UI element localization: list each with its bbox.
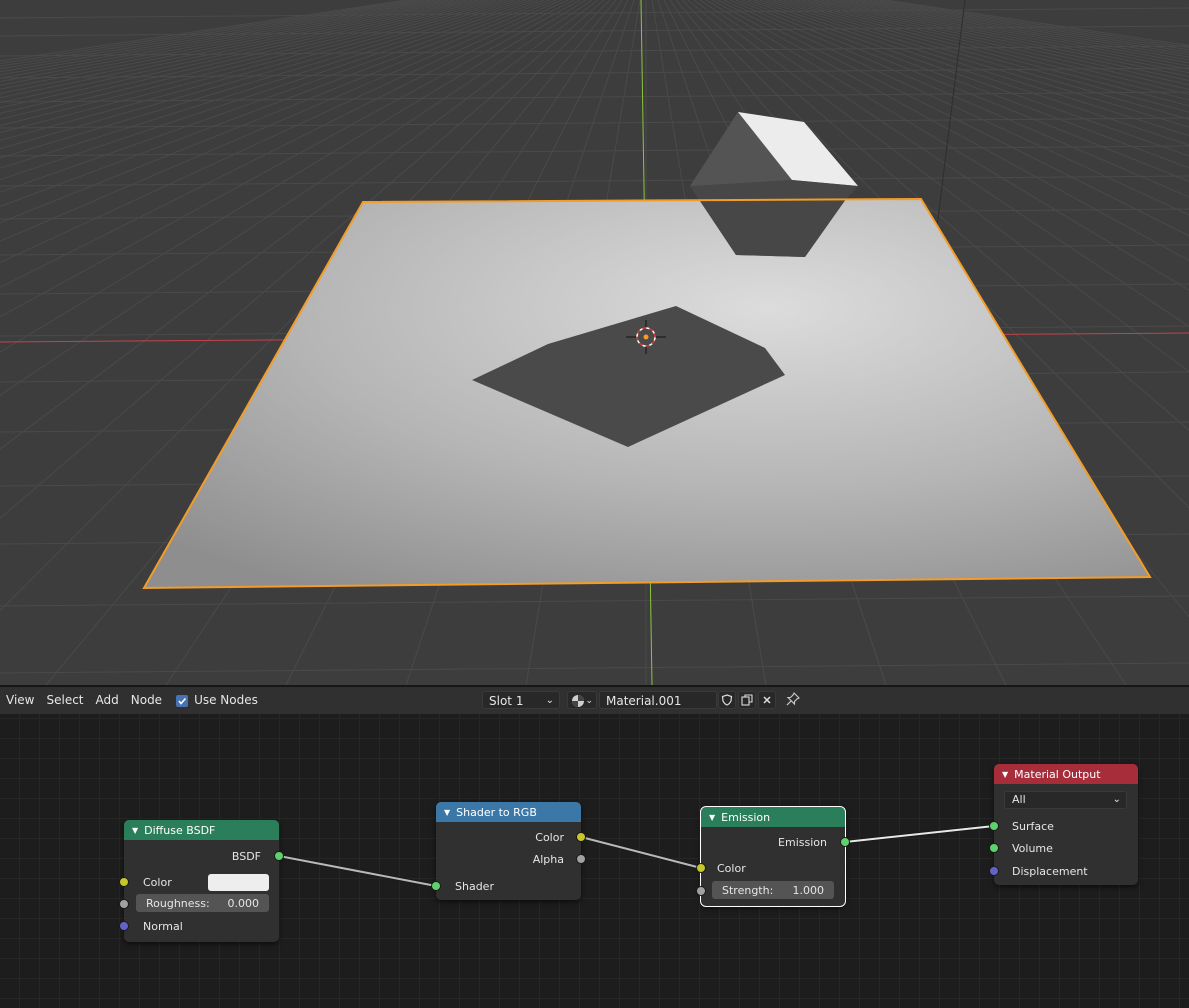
slot-dropdown[interactable]: Slot 1 ⌄ [482, 691, 560, 709]
node-diffuse-bsdf[interactable]: ▼ Diffuse BSDF BSDF Color Roughness: 0.0… [119, 820, 284, 942]
output-row: BSDF [124, 846, 279, 866]
color-output-socket[interactable] [576, 832, 586, 842]
node-editor-header: View Select Add Node Use Nodes Slot 1 ⌄ … [0, 687, 1189, 714]
target-dropdown[interactable]: All ⌄ [1004, 791, 1127, 809]
3d-viewport[interactable] [0, 0, 1189, 685]
alpha-output-socket[interactable] [576, 854, 586, 864]
input-label: Displacement [1012, 864, 1088, 878]
output-row: Emission [701, 832, 845, 852]
material-name-field[interactable]: Material.001 [599, 691, 717, 709]
unlink-material-button[interactable] [758, 691, 776, 709]
checkmark-icon [178, 697, 187, 705]
copy-icon [741, 694, 753, 706]
color-row: Color [701, 858, 845, 878]
pin-icon [786, 692, 800, 706]
displacement-row: Displacement [994, 861, 1138, 881]
node-title: Material Output [1014, 767, 1101, 781]
material-browse-button[interactable]: ⌄ [567, 691, 597, 709]
field-label: Strength: [722, 883, 774, 897]
input-label: Normal [143, 919, 183, 933]
color-input-socket[interactable] [696, 863, 706, 873]
target-value: All [1012, 793, 1026, 806]
volume-row: Volume [994, 838, 1138, 858]
node-title: Emission [721, 810, 771, 824]
node-title: Shader to RGB [456, 805, 537, 819]
field-label: Roughness: [146, 896, 210, 910]
menu-view[interactable]: View [0, 687, 40, 714]
link-emission-surface [844, 825, 995, 843]
link-bsdf-shader [278, 855, 437, 887]
input-label: Surface [1012, 819, 1054, 833]
node-header[interactable]: ▼ Emission [701, 807, 845, 827]
node-header[interactable]: ▼ Shader to RGB [436, 802, 581, 822]
fake-user-button[interactable] [718, 691, 736, 709]
volume-input-socket[interactable] [989, 843, 999, 853]
output-row: Alpha [436, 849, 581, 869]
use-nodes-label: Use Nodes [194, 693, 258, 707]
node-editor-canvas[interactable]: ▼ Diffuse BSDF BSDF Color Roughness: 0.0… [0, 714, 1189, 1008]
collapse-arrow-icon[interactable]: ▼ [1002, 770, 1008, 779]
duplicate-material-button[interactable] [738, 691, 756, 709]
chevron-down-icon: ⌄ [1112, 794, 1121, 805]
color-swatch[interactable] [208, 874, 269, 891]
use-nodes-checkbox[interactable] [176, 694, 189, 707]
input-label: Color [143, 875, 172, 889]
field-value: 0.000 [227, 896, 260, 910]
output-label: Alpha [532, 852, 564, 866]
node-header[interactable]: ▼ Material Output [994, 764, 1138, 784]
roughness-input-socket[interactable] [119, 899, 129, 909]
pin-button[interactable] [786, 692, 802, 708]
link-color-color [580, 836, 702, 869]
shield-icon [721, 694, 733, 706]
node-emission[interactable]: ▼ Emission Emission Color Strength: 1.00… [696, 806, 850, 907]
node-header[interactable]: ▼ Diffuse BSDF [124, 820, 279, 840]
field-value: 1.000 [792, 883, 825, 897]
normal-input-socket[interactable] [119, 921, 129, 931]
roughness-field[interactable]: Roughness: 0.000 [136, 894, 269, 912]
node-title: Diffuse BSDF [144, 823, 216, 837]
emission-output-socket[interactable] [840, 837, 850, 847]
output-row: Color [436, 827, 581, 847]
node-material-output[interactable]: ▼ Material Output All ⌄ Surface Volume D… [989, 764, 1138, 885]
chevron-down-icon: ⌄ [545, 695, 554, 706]
slot-value: Slot 1 [489, 694, 524, 708]
chevron-down-icon: ⌄ [585, 696, 593, 706]
material-name: Material.001 [606, 694, 682, 708]
surface-input-socket[interactable] [989, 821, 999, 831]
close-icon [763, 696, 771, 704]
output-label: Emission [778, 835, 827, 849]
collapse-arrow-icon[interactable]: ▼ [132, 826, 138, 835]
color-input-socket[interactable] [119, 877, 129, 887]
bsdf-output-socket[interactable] [274, 851, 284, 861]
collapse-arrow-icon[interactable]: ▼ [709, 813, 715, 822]
menu-node[interactable]: Node [125, 687, 168, 714]
displacement-input-socket[interactable] [989, 866, 999, 876]
input-label: Color [717, 861, 746, 875]
menu-select[interactable]: Select [40, 687, 89, 714]
strength-field[interactable]: Strength: 1.000 [712, 881, 834, 899]
input-row: Shader [436, 876, 581, 896]
menu-add[interactable]: Add [90, 687, 125, 714]
surface-row: Surface [994, 816, 1138, 836]
viewport-scene [0, 0, 1189, 685]
collapse-arrow-icon[interactable]: ▼ [444, 808, 450, 817]
input-label: Volume [1012, 841, 1053, 855]
shader-input-socket[interactable] [431, 881, 441, 891]
strength-input-socket[interactable] [696, 886, 706, 896]
node-shader-to-rgb[interactable]: ▼ Shader to RGB Color Alpha Shader [431, 802, 586, 900]
material-sphere-icon [572, 695, 584, 707]
normal-row: Normal [124, 916, 279, 936]
output-label: BSDF [231, 849, 261, 863]
output-label: Color [535, 830, 564, 844]
input-label: Shader [455, 879, 494, 893]
